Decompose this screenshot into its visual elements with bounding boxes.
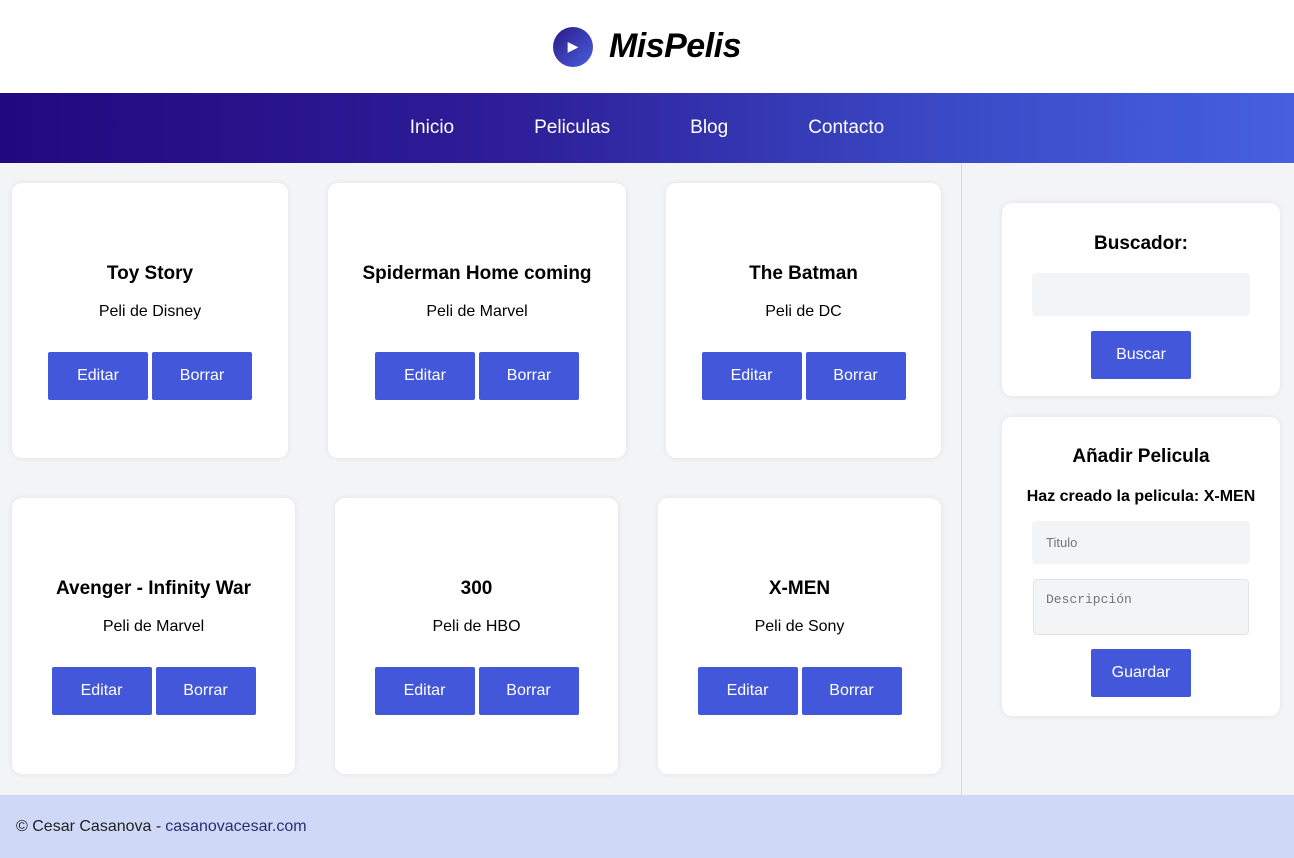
movie-title: The Batman (749, 263, 858, 284)
delete-button[interactable]: Borrar (805, 352, 906, 400)
movie-description: Peli de Sony (754, 618, 845, 635)
sidebar: Buscador: Buscar Añadir Pelicula Haz cre… (962, 163, 1294, 795)
footer-link[interactable]: casanovacesar.com (165, 818, 306, 836)
site-header: ▶ MisPelis (0, 0, 1294, 93)
created-message: Haz creado la pelicula: X-MEN (1026, 488, 1256, 505)
delete-button[interactable]: Borrar (478, 667, 579, 715)
search-button[interactable]: Buscar (1091, 331, 1191, 379)
add-movie-title: Añadir Pelicula (1072, 446, 1210, 467)
edit-button[interactable]: Editar (374, 667, 475, 715)
movie-card: X-MEN Peli de Sony Editar Borrar (658, 498, 941, 774)
description-textarea[interactable] (1033, 579, 1249, 635)
movie-title: Avenger - Infinity War (56, 578, 251, 599)
edit-button[interactable]: Editar (48, 352, 148, 400)
delete-button[interactable]: Borrar (152, 352, 252, 400)
movie-description: Peli de Marvel (426, 303, 528, 320)
nav-item-contacto[interactable]: Contacto (808, 117, 884, 139)
movie-actions: Editar Borrar (328, 352, 626, 400)
movie-description: Peli de Disney (98, 303, 202, 320)
nav-item-blog[interactable]: Blog (690, 117, 728, 139)
title-input[interactable] (1032, 521, 1250, 564)
movie-title: 300 (460, 578, 493, 599)
movie-actions: Editar Borrar (335, 667, 618, 715)
site-footer: © Cesar Casanova - casanovacesar.com (0, 795, 1294, 858)
movie-actions: Editar Borrar (658, 667, 941, 715)
movie-card: The Batman Peli de DC Editar Borrar (666, 183, 941, 458)
movie-card: 300 Peli de HBO Editar Borrar (335, 498, 618, 774)
search-input[interactable] (1032, 273, 1250, 316)
movie-title: Spiderman Home coming (362, 263, 592, 284)
edit-button[interactable]: Editar (701, 352, 802, 400)
edit-button[interactable]: Editar (697, 667, 798, 715)
save-button[interactable]: Guardar (1091, 649, 1191, 697)
footer-copyright: © Cesar Casanova - (16, 817, 162, 835)
movie-actions: Editar Borrar (12, 352, 288, 400)
movie-actions: Editar Borrar (12, 667, 295, 715)
movie-card: Toy Story Peli de Disney Editar Borrar (12, 183, 288, 458)
movie-description: Peli de Marvel (102, 618, 205, 635)
nav-item-peliculas[interactable]: Peliculas (534, 117, 610, 139)
search-widget: Buscador: Buscar (1002, 203, 1280, 396)
edit-button[interactable]: Editar (51, 667, 152, 715)
movie-title: Toy Story (106, 263, 194, 284)
site-title: MisPelis (608, 27, 742, 65)
delete-button[interactable]: Borrar (801, 667, 902, 715)
movie-list: Toy Story Peli de Disney Editar Borrar S… (0, 163, 962, 795)
delete-button[interactable]: Borrar (155, 667, 256, 715)
movie-description: Peli de DC (765, 303, 842, 320)
movie-description: Peli de HBO (432, 618, 521, 635)
movie-actions: Editar Borrar (666, 352, 941, 400)
play-icon: ▶ (552, 26, 593, 67)
add-movie-widget: Añadir Pelicula Haz creado la pelicula: … (1002, 417, 1280, 716)
movie-title: X-MEN (768, 578, 831, 599)
main-nav: Inicio Peliculas Blog Contacto (0, 93, 1294, 163)
edit-button[interactable]: Editar (375, 352, 475, 400)
delete-button[interactable]: Borrar (479, 352, 579, 400)
nav-item-inicio[interactable]: Inicio (410, 117, 454, 139)
main-content: Toy Story Peli de Disney Editar Borrar S… (0, 163, 1294, 795)
movie-card: Avenger - Infinity War Peli de Marvel Ed… (12, 498, 295, 774)
movie-card: Spiderman Home coming Peli de Marvel Edi… (328, 183, 626, 458)
search-title: Buscador: (1094, 233, 1188, 254)
